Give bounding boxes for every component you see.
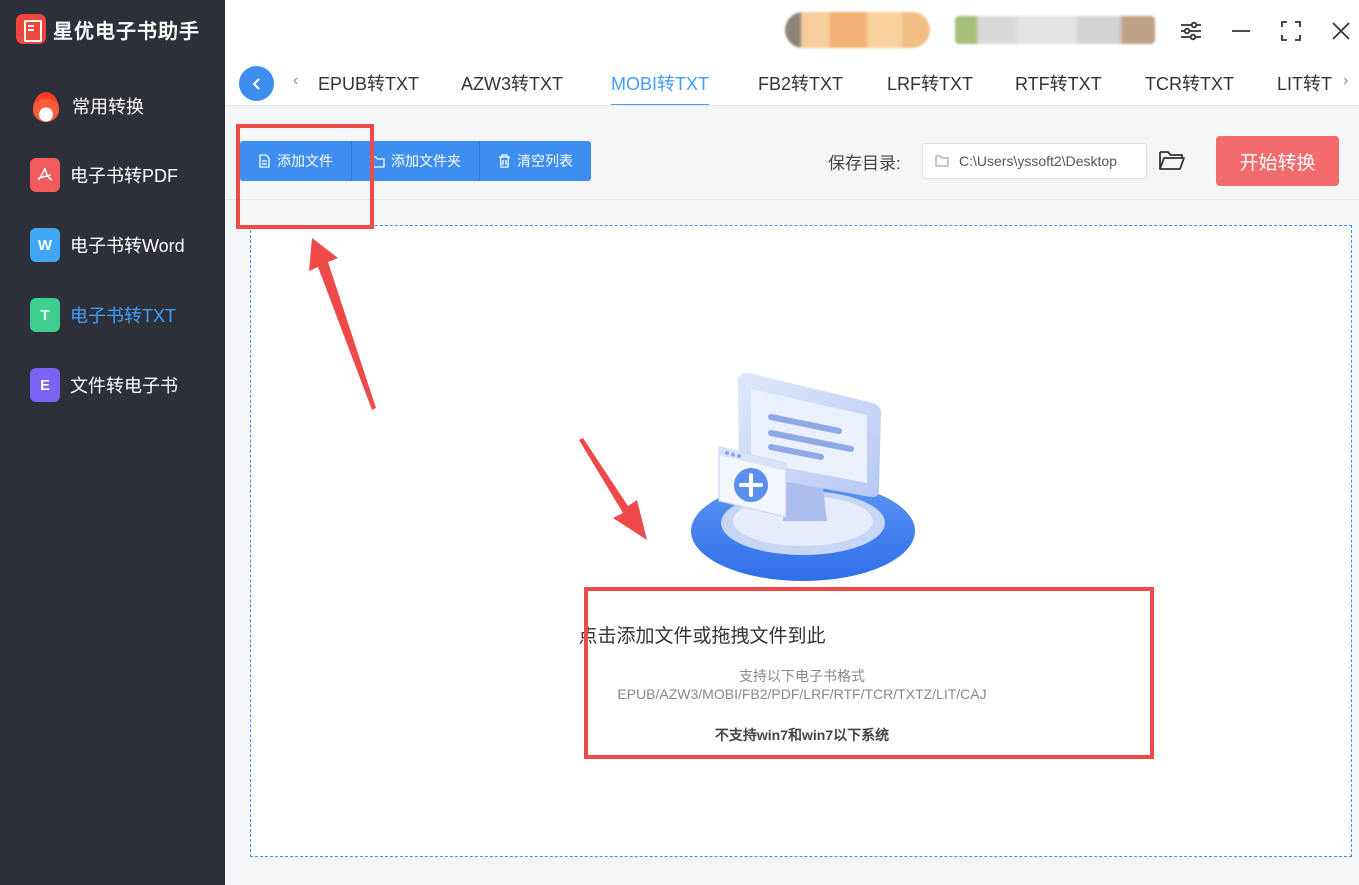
- sidebar-item-word[interactable]: W 电子书转Word: [30, 228, 185, 262]
- drop-zone-title: 点击添加文件或拖拽文件到此: [578, 626, 826, 647]
- save-path-value: C:\Users\yssoft2\Desktop: [959, 153, 1117, 169]
- file-icon: [259, 154, 270, 168]
- app-logo-icon: [16, 14, 46, 44]
- ebook-icon: E: [30, 368, 60, 402]
- tab-mobi-txt[interactable]: MOBI转TXT: [611, 70, 709, 105]
- browse-folder-icon[interactable]: [1158, 148, 1186, 177]
- minimize-icon[interactable]: [1228, 18, 1254, 44]
- tab-lit-txt[interactable]: LIT转T: [1277, 70, 1337, 105]
- tab-fb2-txt[interactable]: FB2转TXT: [758, 70, 843, 105]
- sidebar-item-ebook[interactable]: E 文件转电子书: [30, 368, 178, 402]
- tab-lrf-txt[interactable]: LRF转TXT: [887, 70, 973, 105]
- file-drop-zone[interactable]: 点击添加文件或拖拽文件到此 支持以下电子书格式 EPUB/AZW3/MOBI/F…: [250, 225, 1352, 857]
- maximize-icon[interactable]: [1278, 18, 1304, 44]
- add-folder-label: 添加文件夹: [391, 153, 461, 169]
- tab-azw3-txt[interactable]: AZW3转TXT: [461, 70, 563, 105]
- chevron-left-icon: [252, 77, 260, 90]
- file-button-group: 添加文件 添加文件夹 清空列表: [240, 141, 591, 181]
- trash-icon: [499, 154, 510, 168]
- format-tabs: ‹ EPUB转TXT AZW3转TXT MOBI转TXT FB2转TXT LRF…: [225, 62, 1359, 106]
- sidebar-item-common[interactable]: 常用转换: [30, 88, 144, 124]
- start-convert-button[interactable]: 开始转换: [1216, 136, 1339, 186]
- os-warning: 不支持win7和win7以下系统: [714, 727, 890, 743]
- sidebar-item-txt[interactable]: T 电子书转TXT: [30, 298, 176, 332]
- close-icon[interactable]: [1328, 18, 1354, 44]
- add-file-label: 添加文件: [277, 153, 333, 169]
- save-path-field[interactable]: C:\Users\yssoft2\Desktop: [922, 143, 1147, 179]
- back-button[interactable]: [239, 66, 274, 101]
- tabs-scroll-left-icon[interactable]: ‹: [293, 72, 298, 90]
- monitor-add-illustration: [691, 372, 915, 581]
- tab-epub-txt[interactable]: EPUB转TXT: [318, 70, 419, 105]
- save-dir-label: 保存目录:: [828, 154, 901, 173]
- sidebar-item-label: 文件转电子书: [70, 376, 178, 396]
- tab-rtf-txt[interactable]: RTF转TXT: [1015, 70, 1102, 105]
- tabs-scroll-right-icon[interactable]: ›: [1343, 72, 1348, 90]
- txt-icon: T: [30, 298, 60, 332]
- word-icon: W: [30, 228, 60, 262]
- drop-zone-subtitle: 支持以下电子书格式: [739, 668, 865, 684]
- tab-tcr-txt[interactable]: TCR转TXT: [1145, 70, 1234, 105]
- sidebar-item-label: 常用转换: [72, 97, 144, 117]
- folder-icon: [370, 155, 385, 168]
- settings-sliders-icon[interactable]: [1178, 18, 1204, 44]
- clear-list-button[interactable]: 清空列表: [480, 141, 591, 181]
- sidebar-item-pdf[interactable]: 电子书转PDF: [30, 158, 178, 192]
- sidebar-item-label: 电子书转Word: [70, 236, 185, 256]
- toolbar: 添加文件 添加文件夹 清空列表 保存目录: C:\Users\yssoft2\D…: [225, 106, 1359, 200]
- title-bar: [225, 0, 1359, 62]
- app-name: 星优电子书助手: [53, 20, 200, 43]
- pdf-icon: [30, 158, 60, 192]
- brand: 星优电子书助手: [16, 14, 200, 44]
- fire-icon: [30, 88, 62, 124]
- sidebar: 星优电子书助手 常用转换 电子书转PDF W 电子书转Word T 电子书转TX…: [0, 0, 225, 885]
- blurred-user-badge[interactable]: [785, 12, 930, 48]
- add-file-button[interactable]: 添加文件: [240, 141, 352, 181]
- app-window: 星优电子书助手 常用转换 电子书转PDF W 电子书转Word T 电子书转TX…: [0, 0, 1359, 885]
- clear-list-label: 清空列表: [517, 153, 573, 169]
- supported-formats: EPUB/AZW3/MOBI/FB2/PDF/LRF/RTF/TCR/TXTZ/…: [617, 686, 987, 702]
- sidebar-item-label: 电子书转PDF: [70, 166, 178, 186]
- blurred-account-info[interactable]: [955, 16, 1155, 44]
- folder-icon: [935, 155, 949, 167]
- sidebar-item-label: 电子书转TXT: [70, 306, 176, 326]
- add-folder-button[interactable]: 添加文件夹: [352, 141, 480, 181]
